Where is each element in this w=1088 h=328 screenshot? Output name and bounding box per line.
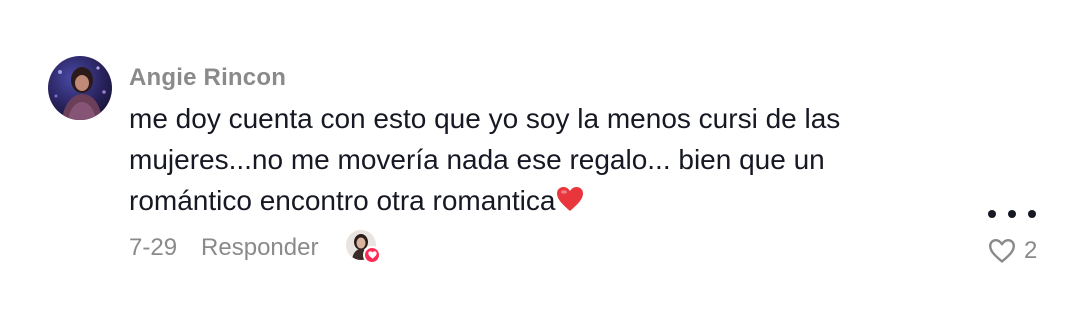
more-dot	[1028, 210, 1036, 218]
commenter-username[interactable]: Angie Rincon	[129, 63, 286, 93]
heart-badge-icon	[363, 246, 382, 264]
reply-button[interactable]: Responder	[201, 230, 318, 266]
more-dot	[1008, 210, 1016, 218]
comment-item: Angie Rincon me doy cuenta con esto que …	[0, 0, 1088, 328]
avatar-photo	[48, 56, 112, 120]
heart-outline-icon	[988, 238, 1016, 264]
comment-text-line: me doy cuenta con esto que yo soy la men…	[129, 103, 841, 134]
like-button[interactable]: 2	[988, 234, 1037, 268]
red-heart-emoji	[556, 182, 584, 223]
comment-text-line-last: romántico encontro otra romantica	[129, 180, 949, 223]
comment-date: 7-29	[129, 234, 178, 261]
more-dot	[988, 210, 996, 218]
like-count: 2	[1024, 237, 1038, 264]
commenter-avatar[interactable]	[48, 56, 112, 120]
comment-text-line: romántico encontro otra romantica	[129, 185, 556, 216]
liked-by-creator-indicator	[346, 230, 382, 266]
comment-meta-row: 7-29 Responder	[129, 230, 382, 266]
more-options-icon[interactable]	[988, 204, 1036, 224]
comment-text-line: mujeres...no me movería nada ese regalo.…	[129, 144, 825, 175]
comment-text: me doy cuenta con esto que yo soy la men…	[129, 98, 949, 223]
